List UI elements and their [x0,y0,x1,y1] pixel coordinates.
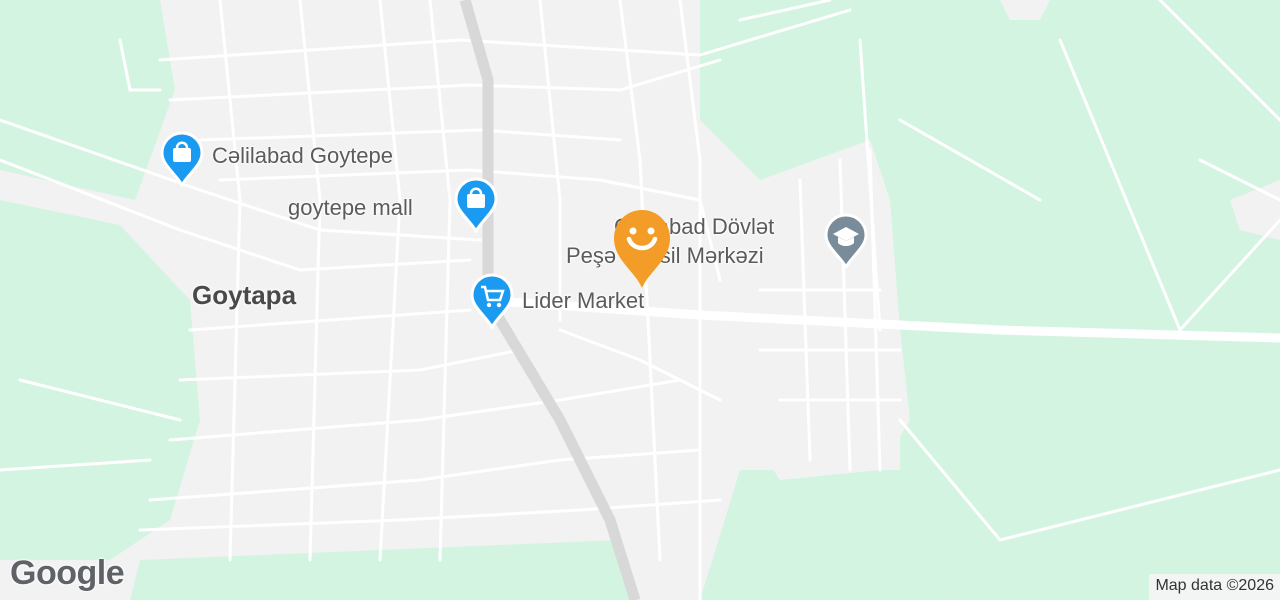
google-logo: Google [10,554,125,592]
smiley-face-icon[interactable] [610,206,674,290]
poi-label-goytepe-mall[interactable]: goytepe mall [288,195,413,221]
shopping-bag-icon[interactable] [452,177,500,233]
poi-label-lider-market[interactable]: Lider Market [522,288,644,314]
map-attribution[interactable]: Map data ©2026 [1149,574,1280,600]
map-canvas[interactable]: Cəlilabad Goytepe goytepe mall Lider Mar… [0,0,1280,600]
shopping-bag-icon[interactable] [158,131,206,187]
poi-label-celilabad-goytepe[interactable]: Cəlilabad Goytepe [212,143,393,169]
shopping-cart-icon[interactable] [468,273,516,329]
graduation-cap-icon[interactable] [822,213,870,269]
city-label: Goytapa [192,280,297,310]
